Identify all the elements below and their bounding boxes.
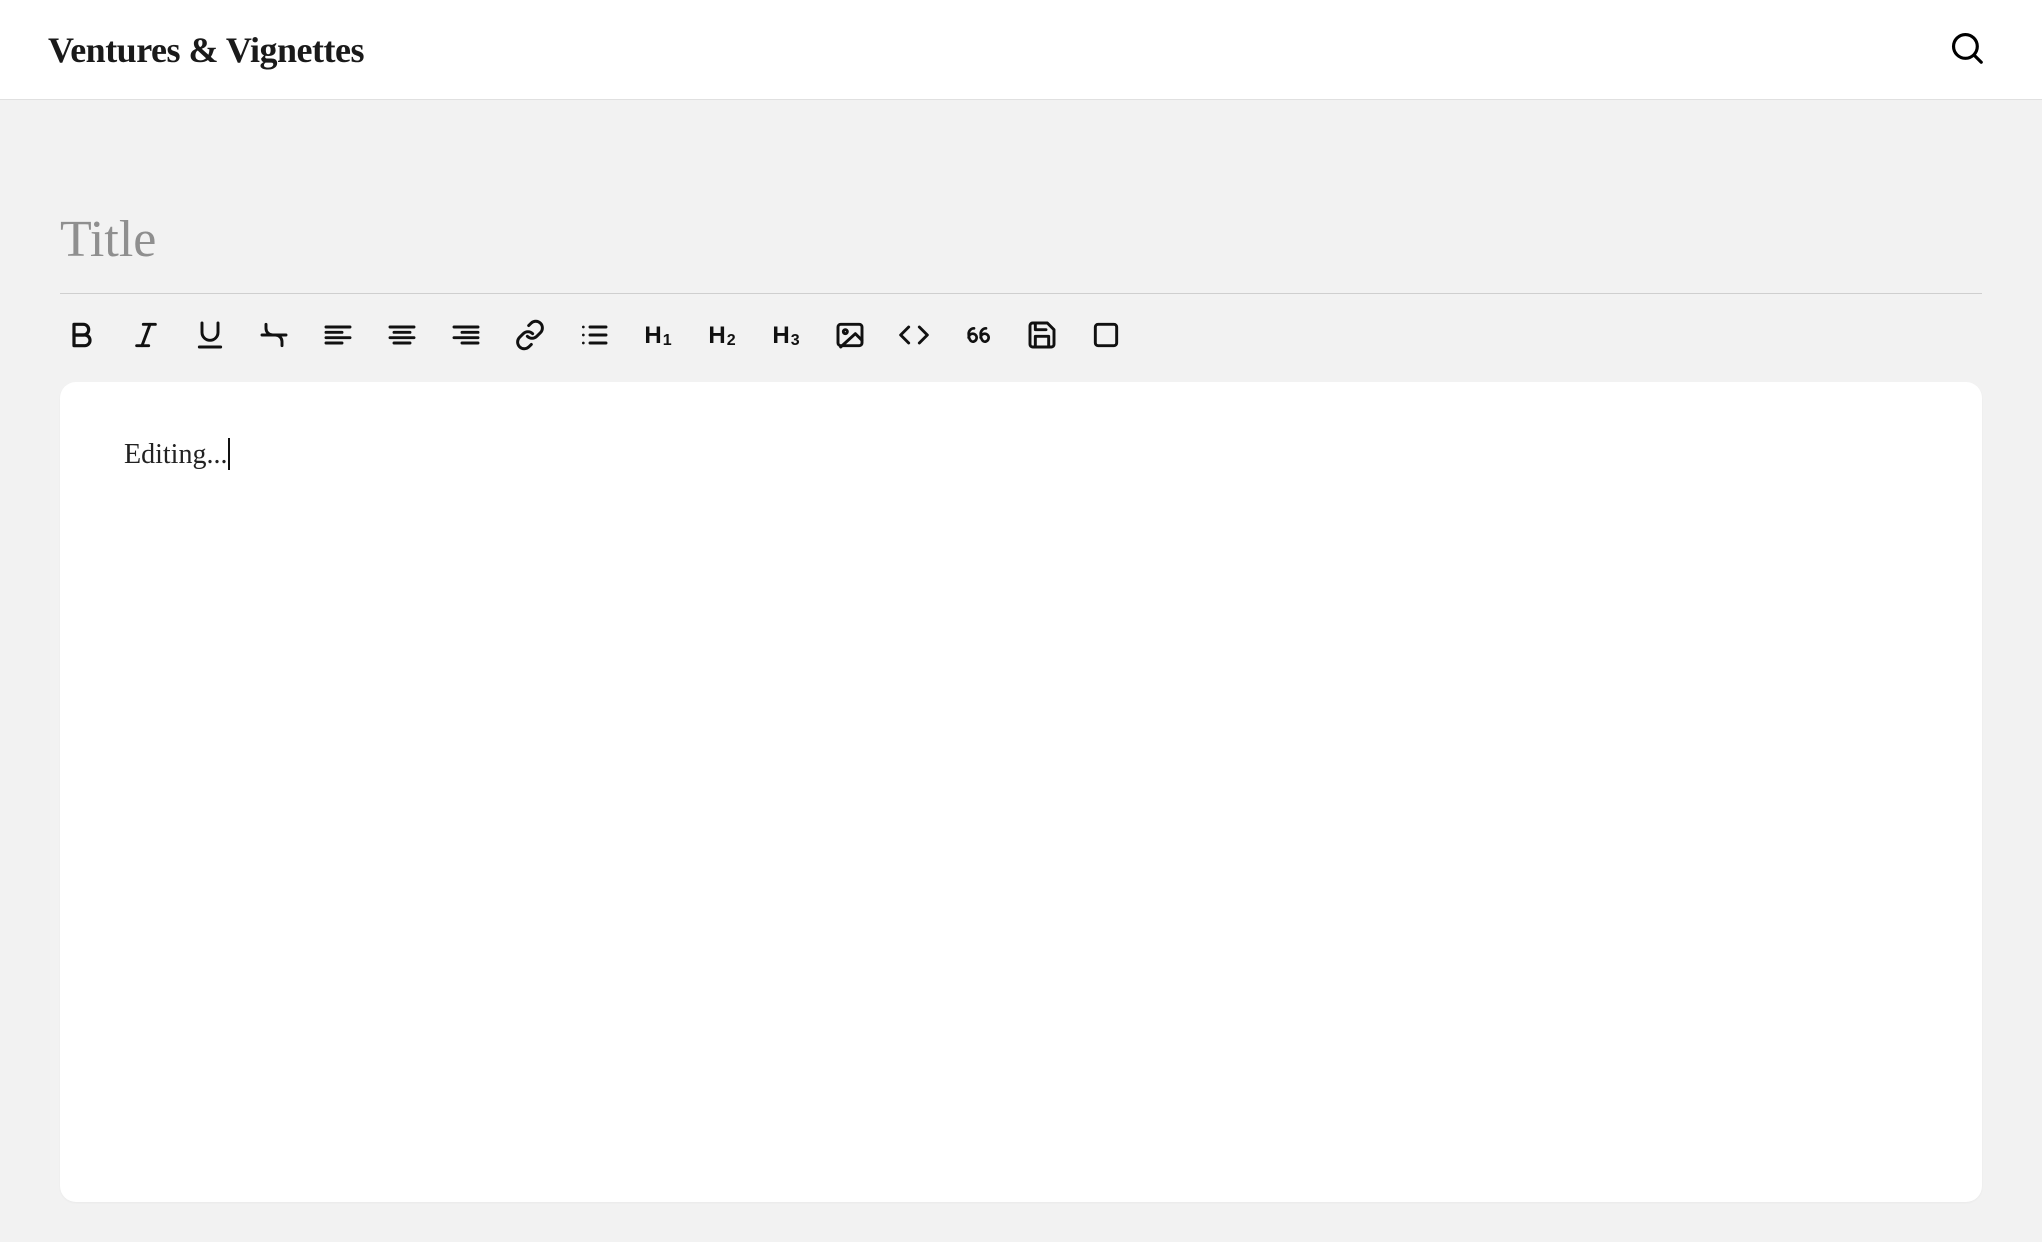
heading3-button[interactable]: H3 <box>768 318 804 354</box>
h1-icon: H1 <box>644 324 671 348</box>
align-right-icon <box>450 319 482 354</box>
align-center-button[interactable] <box>384 318 420 354</box>
site-title: Ventures & Vignettes <box>48 29 364 71</box>
card-button[interactable] <box>1088 318 1124 354</box>
list-button[interactable] <box>576 318 612 354</box>
link-button[interactable] <box>512 318 548 354</box>
save-icon <box>1026 319 1058 354</box>
heading1-button[interactable]: H1 <box>640 318 676 354</box>
link-icon <box>514 319 546 354</box>
strikethrough-icon <box>258 319 290 354</box>
strikethrough-button[interactable] <box>256 318 292 354</box>
image-icon <box>834 319 866 354</box>
image-button[interactable] <box>832 318 868 354</box>
top-bar: Ventures & Vignettes <box>0 0 2042 100</box>
search-icon <box>1948 29 1986 70</box>
search-button[interactable] <box>1940 21 1994 78</box>
quote-icon <box>962 319 994 354</box>
align-right-button[interactable] <box>448 318 484 354</box>
formatting-toolbar: H1 H2 H3 <box>60 294 1982 382</box>
square-icon <box>1090 319 1122 354</box>
bold-icon <box>66 319 98 354</box>
italic-icon <box>130 319 162 354</box>
text-cursor <box>228 438 230 470</box>
underline-button[interactable] <box>192 318 228 354</box>
align-center-icon <box>386 319 418 354</box>
code-button[interactable] <box>896 318 932 354</box>
h2-icon: H2 <box>708 324 735 348</box>
list-icon <box>578 319 610 354</box>
align-left-button[interactable] <box>320 318 356 354</box>
post-title-input[interactable] <box>60 210 1982 294</box>
quote-button[interactable] <box>960 318 996 354</box>
bold-button[interactable] <box>64 318 100 354</box>
editor-body-panel: Editing... <box>60 382 1982 1202</box>
italic-button[interactable] <box>128 318 164 354</box>
align-left-icon <box>322 319 354 354</box>
h3-icon: H3 <box>772 324 799 348</box>
editor-text: Editing... <box>124 439 227 470</box>
editor-area: H1 H2 H3 <box>0 100 2042 1202</box>
code-icon <box>898 319 930 354</box>
heading2-button[interactable]: H2 <box>704 318 740 354</box>
post-body-editor[interactable]: Editing... <box>124 438 1918 1138</box>
underline-icon <box>194 319 226 354</box>
save-button[interactable] <box>1024 318 1060 354</box>
